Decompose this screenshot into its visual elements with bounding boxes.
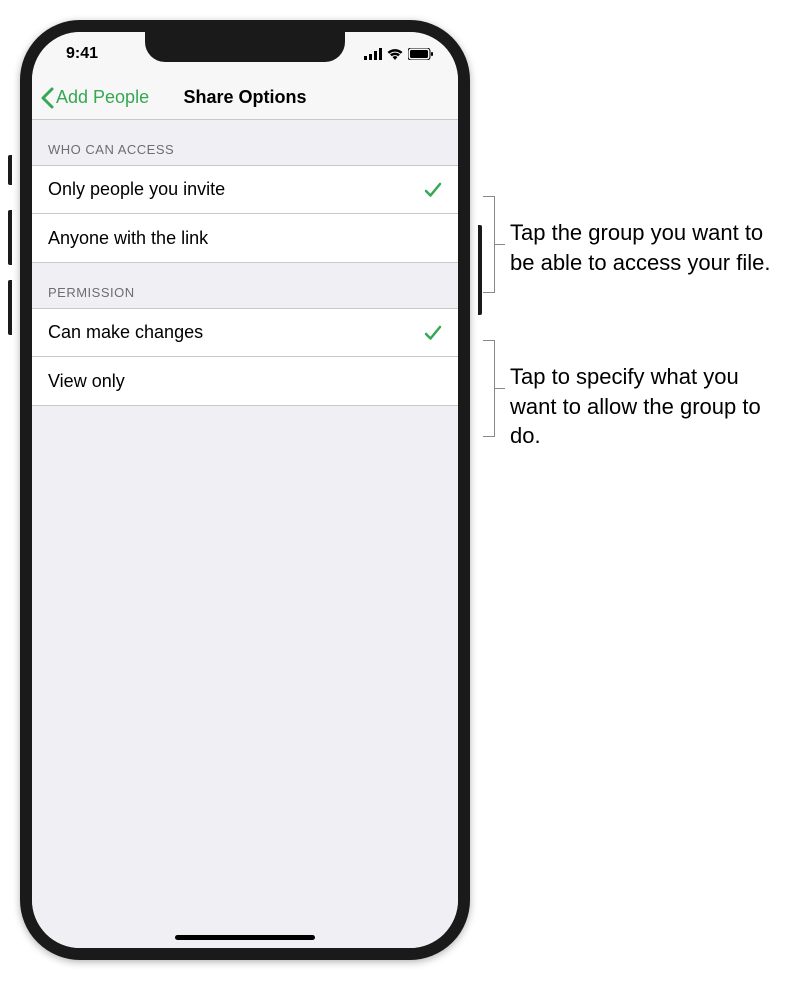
option-label: Only people you invite xyxy=(48,179,225,200)
option-can-make-changes[interactable]: Can make changes xyxy=(32,309,458,357)
phone-frame: 9:41 Add People Share Options WHO CAN AC… xyxy=(20,20,470,960)
cellular-signal-icon xyxy=(364,48,382,60)
navigation-bar: Add People Share Options xyxy=(32,76,458,120)
page-title: Share Options xyxy=(183,87,306,108)
wifi-icon xyxy=(386,48,404,60)
status-time: 9:41 xyxy=(56,45,98,63)
option-label: Can make changes xyxy=(48,322,203,343)
volume-down-button xyxy=(8,280,12,335)
chevron-left-icon xyxy=(40,87,54,109)
status-icons xyxy=(364,48,434,60)
volume-up-button xyxy=(8,210,12,265)
option-anyone-with-link[interactable]: Anyone with the link xyxy=(32,214,458,262)
callout-access: Tap the group you want to be able to acc… xyxy=(510,218,785,277)
option-label: Anyone with the link xyxy=(48,228,208,249)
option-only-people-you-invite[interactable]: Only people you invite xyxy=(32,166,458,214)
battery-icon xyxy=(408,48,434,60)
access-options-group: Only people you invite Anyone with the l… xyxy=(32,165,458,263)
mute-switch xyxy=(8,155,12,185)
option-label: View only xyxy=(48,371,125,392)
option-view-only[interactable]: View only xyxy=(32,357,458,405)
callout-bracket xyxy=(495,388,505,389)
section-header-permission: PERMISSION xyxy=(32,263,458,308)
home-indicator[interactable] xyxy=(175,935,315,940)
permission-options-group: Can make changes View only xyxy=(32,308,458,406)
back-button-label: Add People xyxy=(56,87,149,108)
section-header-access: WHO CAN ACCESS xyxy=(32,120,458,165)
side-button xyxy=(478,225,482,315)
callout-permission: Tap to specify what you want to allow th… xyxy=(510,362,785,451)
content-area: WHO CAN ACCESS Only people you invite An… xyxy=(32,120,458,948)
callout-bracket xyxy=(495,244,505,245)
checkmark-icon xyxy=(424,324,442,342)
notch xyxy=(145,32,345,62)
checkmark-icon xyxy=(424,181,442,199)
back-button[interactable]: Add People xyxy=(32,87,149,109)
